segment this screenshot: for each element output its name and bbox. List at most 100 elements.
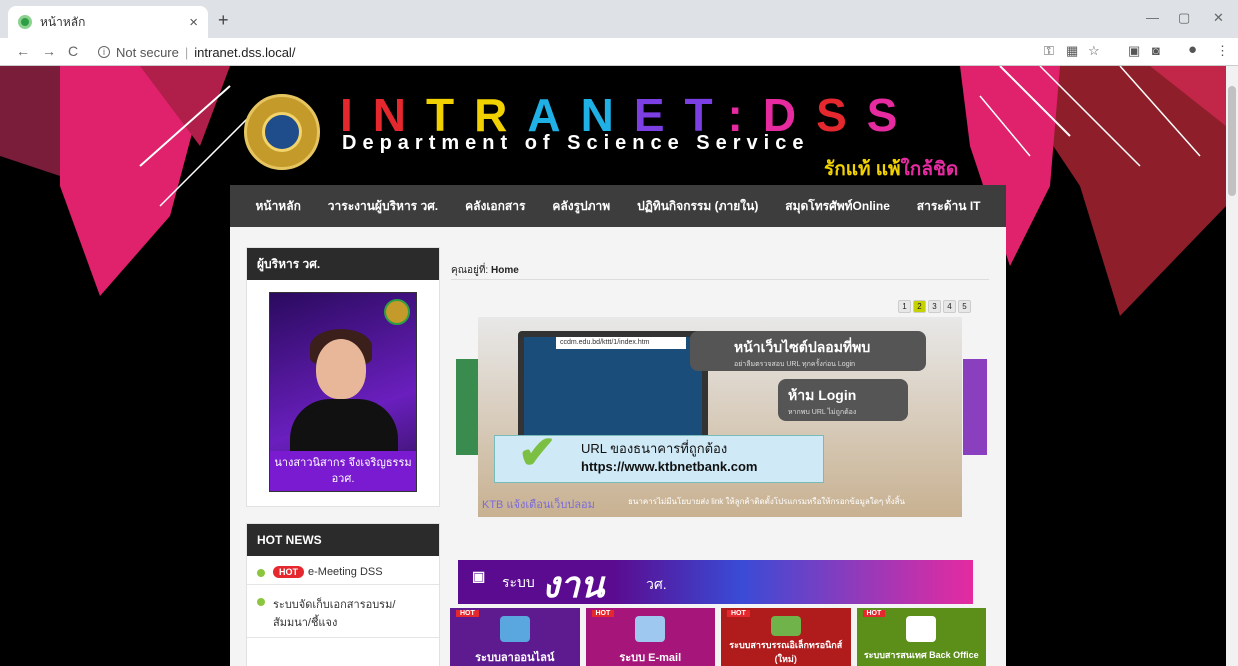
back-arrow-icon <box>906 616 937 642</box>
email-icon <box>635 616 666 642</box>
tile-hot-badge: HOT <box>862 610 886 617</box>
menu-documents[interactable]: คลังเอกสาร <box>465 197 525 216</box>
news-text: e-Meeting DSS <box>308 566 383 578</box>
scrollbar-thumb[interactable] <box>1228 86 1236 196</box>
tile-label: ระบบ E-mail <box>619 652 682 664</box>
breadcrumb-prefix: คุณอยู่ที่: <box>451 265 489 276</box>
tile-label: ระบบสารสนเทศ Back Office <box>863 650 979 660</box>
banner-suffix: วศ. <box>646 576 667 592</box>
not-secure-label: Not secure <box>116 44 179 60</box>
site-slogan: รักแท้ แพ้ใกล้ชิด <box>824 154 958 184</box>
executive-title: อวศ. <box>331 473 355 485</box>
bookmark-star-icon[interactable]: ☆ <box>1088 43 1100 59</box>
tile-leave-online[interactable]: HOT ระบบลาออนไลน์ <box>450 608 580 666</box>
key-icon[interactable]: ⚿ <box>1044 43 1054 59</box>
correct-url: https://www.ktbnetbank.com <box>581 459 758 474</box>
tab-title: หน้าหลัก <box>40 14 86 29</box>
prev-slide-thumb[interactable] <box>456 359 480 455</box>
slide-url-strip: ccdm.edu.bd/kttt/1/index.htm <box>556 337 686 349</box>
slide-pager: 1 2 3 4 5 <box>898 300 971 313</box>
forward-icon[interactable]: → <box>42 43 56 59</box>
url-text: intranet.dss.local/ <box>194 44 296 60</box>
bullet-icon <box>257 598 265 606</box>
minimize-icon[interactable]: — <box>1146 10 1159 25</box>
fake-site-title: หน้าเว็บไซต์ปลอมที่พบ <box>734 339 871 355</box>
tile-hot-badge: HOT <box>456 610 479 617</box>
news-text: ระบบจัดเก็บเอกสารอบรม/สัมมนา/ชี้แจง <box>273 599 396 629</box>
pager-2[interactable]: 2 <box>913 300 926 313</box>
slogan-accent: ใกล้ชิด <box>900 159 959 180</box>
fake-site-callout: หน้าเว็บไซต์ปลอมที่พบ อย่าลืมตรวจสอบ URL… <box>690 331 926 371</box>
browser-menu-icon[interactable]: ⋮ <box>1216 43 1229 59</box>
dss-logo[interactable] <box>244 94 320 170</box>
breadcrumb: คุณอยู่ที่: Home <box>451 263 519 278</box>
executive-heading: ผู้บริหาร วศ. <box>247 248 439 280</box>
menu-home[interactable]: หน้าหลัก <box>255 197 300 216</box>
tile-hot-badge: HOT <box>591 610 615 617</box>
url-separator: | <box>184 44 189 60</box>
menu-phonebook[interactable]: สมุดโทรศัพท์Online <box>785 197 890 216</box>
back-icon[interactable]: ← <box>16 43 30 59</box>
maximize-icon[interactable]: ▢ <box>1178 10 1190 26</box>
slide-caption[interactable]: KTB แจ้งเตือนเว็บปลอม <box>482 495 595 513</box>
clock-calendar-icon <box>499 616 530 642</box>
info-icon[interactable]: i <box>98 46 110 58</box>
pager-4[interactable]: 4 <box>943 300 956 313</box>
no-login-callout: ห้าม Login หากพบ URL ไม่ถูกต้อง <box>778 379 908 421</box>
slogan-main: รักแท้ แพ้ <box>824 159 901 180</box>
url-field[interactable]: i Not secure | intranet.dss.local/ <box>92 41 1022 63</box>
news-slider[interactable]: ccdm.edu.bd/kttt/1/index.htm ✖ หน้าเว็บไ… <box>478 317 962 517</box>
monitor-icon: ▣ <box>472 568 486 584</box>
tab-close-icon[interactable]: × <box>189 14 198 31</box>
content-area: ผู้บริหาร วศ. นางสาวนิสากร จึงเจริญธรรม … <box>230 227 1006 666</box>
news-item[interactable]: HOT e-Meeting DSS <box>247 556 439 585</box>
browser-tab[interactable]: หน้าหลัก × <box>8 6 208 38</box>
extension-icon[interactable]: ▣ <box>1128 43 1140 59</box>
menu-executive-agenda[interactable]: วาระงานผู้บริหาร วศ. <box>328 197 438 216</box>
favicon-icon <box>18 15 32 29</box>
news-item[interactable]: ระบบจัดเก็บเอกสารอบรม/สัมมนา/ชี้แจง <box>247 585 439 638</box>
translate-icon[interactable]: ▦ <box>1066 43 1078 59</box>
menu-calendar[interactable]: ปฏิทินกิจกรรม (ภายใน) <box>637 197 758 216</box>
tile-e-document[interactable]: HOT ระบบสารบรรณอิเล็กทรอนิกส์ (ใหม่) <box>721 608 851 666</box>
reload-icon[interactable]: C <box>68 43 78 59</box>
site-title-letter: S <box>816 89 867 141</box>
site-title-letter: S <box>866 89 918 141</box>
new-tab-button[interactable]: + <box>218 10 229 31</box>
folder-icon <box>770 616 801 636</box>
fake-site-sub: อย่าลืมตรวจสอบ URL ทุกครั้งก่อน Login <box>734 361 856 368</box>
tile-email[interactable]: HOT ระบบ E-mail <box>585 608 715 666</box>
no-login-sub: หากพบ URL ไม่ถูกต้อง <box>788 409 857 416</box>
camera-icon[interactable]: ◙ <box>1152 43 1160 58</box>
main-menu: หน้าหลัก วาระงานผู้บริหาร วศ. คลังเอกสาร… <box>230 185 1006 227</box>
executive-name: นางสาวนิสากร จึงเจริญธรรม <box>274 457 412 469</box>
web-page: INTRANET:DSS Department of Science Servi… <box>0 66 1226 666</box>
bullet-icon <box>257 569 265 577</box>
tile-label: ระบบลาออนไลน์ <box>475 652 555 664</box>
slide-note: ธนาคารไม่มีนโยบายส่ง link ให้ลูกค้าติดตั… <box>628 497 905 506</box>
profile-icon[interactable]: ● <box>1188 41 1197 58</box>
dss-badge-icon <box>384 299 410 325</box>
pager-1[interactable]: 1 <box>898 300 911 313</box>
systems-banner: ▣ ระบบ งาน วศ. <box>458 560 973 604</box>
tile-back-office[interactable]: HOT ระบบสารสนเทศ Back Office <box>856 608 986 666</box>
check-mark-icon: ✔ <box>518 426 557 478</box>
executive-caption: นางสาวนิสากร จึงเจริญธรรม อวศ. <box>270 451 416 491</box>
next-slide-thumb[interactable] <box>963 359 987 455</box>
executive-box: ผู้บริหาร วศ. นางสาวนิสากร จึงเจริญธรรม … <box>246 247 440 507</box>
pager-5[interactable]: 5 <box>958 300 971 313</box>
site-header: INTRANET:DSS Department of Science Servi… <box>232 66 1007 186</box>
site-subtitle: Department of Science Service <box>342 132 810 154</box>
menu-it[interactable]: สาระด้าน IT <box>917 197 981 216</box>
hot-badge: HOT <box>273 566 304 578</box>
pager-3[interactable]: 3 <box>928 300 941 313</box>
breadcrumb-divider <box>451 279 989 280</box>
window-close-icon[interactable]: ✕ <box>1213 10 1224 26</box>
correct-url-label: URL ของธนาคารที่ถูกต้อง <box>581 441 728 456</box>
menu-photos[interactable]: คลังรูปภาพ <box>552 197 610 216</box>
hot-news-box: HOT NEWS HOT e-Meeting DSS ระบบจัดเก็บเอ… <box>246 523 440 666</box>
system-tiles: HOT ระบบลาออนไลน์ HOT ระบบ E-mail HOT ระ… <box>446 608 990 666</box>
breadcrumb-page: Home <box>490 265 519 276</box>
page-scrollbar[interactable] <box>1226 66 1238 666</box>
executive-photo[interactable]: นางสาวนิสากร จึงเจริญธรรม อวศ. <box>269 292 417 492</box>
